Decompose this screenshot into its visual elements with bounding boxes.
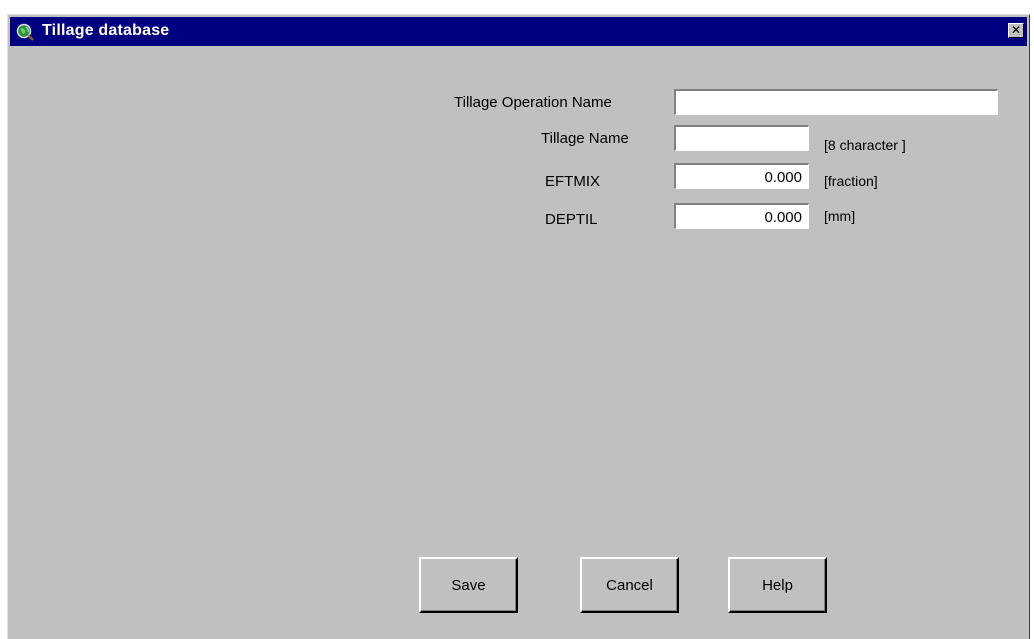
eftmix-label: EFTMIX bbox=[545, 173, 600, 190]
window-title: Tillage database bbox=[42, 22, 170, 39]
save-button[interactable]: Save bbox=[419, 557, 518, 613]
close-button[interactable]: ✕ bbox=[1008, 23, 1024, 38]
globe-magnifier-icon bbox=[16, 23, 34, 41]
deptil-input[interactable] bbox=[674, 203, 809, 229]
tillage-name-label: Tillage Name bbox=[541, 130, 629, 147]
close-icon: ✕ bbox=[1010, 23, 1022, 37]
operation-name-label: Tillage Operation Name bbox=[454, 94, 612, 111]
help-button[interactable]: Help bbox=[728, 557, 827, 613]
title-bar[interactable]: Tillage database ✕ bbox=[10, 17, 1027, 46]
cancel-button[interactable]: Cancel bbox=[580, 557, 679, 613]
eftmix-unit: [fraction] bbox=[824, 173, 878, 189]
tillage-database-window: Tillage database ✕ Tillage Operation Nam… bbox=[7, 14, 1030, 639]
operation-name-input[interactable] bbox=[674, 89, 998, 115]
deptil-unit: [mm] bbox=[824, 208, 856, 224]
tillage-name-unit: [8 character ] bbox=[824, 137, 906, 153]
deptil-label: DEPTIL bbox=[545, 211, 598, 228]
tillage-name-input[interactable] bbox=[674, 125, 809, 151]
eftmix-input[interactable] bbox=[674, 163, 809, 189]
